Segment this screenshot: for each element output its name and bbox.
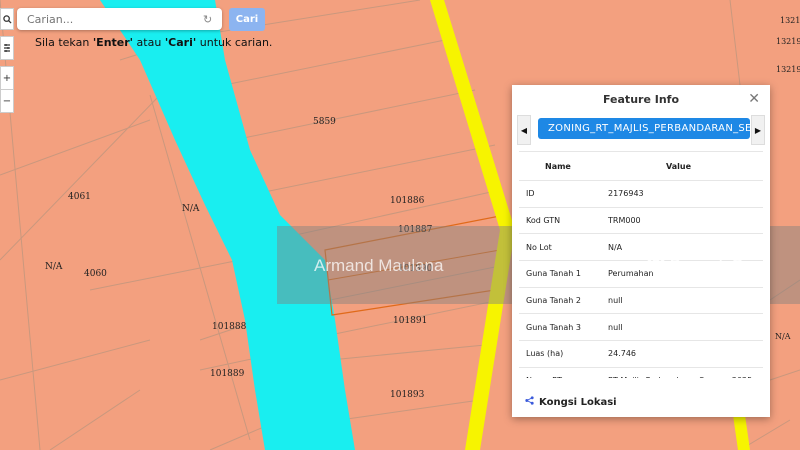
reset-icon[interactable]: ↻ [203,13,212,26]
panel-title: Feature Info [602,93,680,106]
row-value: RT Majlis Perbandaran Sepang 2025 [602,366,763,378]
row-key: Luas (ha) [519,340,602,368]
close-icon[interactable]: ✕ [748,91,760,107]
row-key: Kod GTN [519,206,602,234]
table-row: Nama RTRT Majlis Perbandaran Sepang 2025 [519,366,763,378]
layers-tool-button[interactable] [0,36,14,60]
edge-lot-label: 1321 [780,16,800,25]
table-row: Luas (ha) 24.746 [519,340,763,368]
hint-key-cari: 'Cari' [164,36,197,49]
row-key: Guna Tanah 2 [519,286,602,314]
table-row: Guna Tanah 2 null [519,286,763,314]
lot-label: 101886 [390,196,425,206]
search-tool-button[interactable] [0,8,14,30]
house-icon [644,252,668,276]
zoom-in-icon: + [2,72,12,84]
next-layer-button[interactable]: ▶ [751,115,765,145]
lot-label: N/A [182,204,200,214]
row-key: Guna Tanah 1 [519,260,602,288]
lot-label: 101889 [210,369,245,379]
caret-right-icon: ▶ [754,125,762,135]
row-key: Nama RT [519,366,602,378]
zoom-in-button[interactable]: + [0,66,14,90]
edge-lot-label: 13219 [776,65,800,74]
lot-label: 101888 [212,322,247,332]
row-value: TRM000 [602,206,763,234]
lot-label: 101893 [390,390,425,400]
search-hint: Sila tekan 'Enter' atau 'Cari' untuk car… [35,36,273,49]
row-value: 24.746 [602,340,763,368]
share-label: Kongsi Lokasi [539,396,617,408]
header-name: Name [545,161,571,171]
row-key: No Lot [519,233,602,261]
search-input[interactable] [25,11,199,27]
propertyguru-logo: PropertyGuru [642,250,768,278]
lot-label: N/A [45,262,63,272]
lot-label: 101891 [393,316,427,326]
row-key: ID [519,180,602,208]
hint-key-enter: 'Enter' [92,36,134,49]
zoom-out-icon: − [2,95,12,107]
edge-lot-label: N/A [775,332,791,341]
caret-left-icon: ◀ [520,125,528,135]
search-button[interactable]: Cari [229,8,265,31]
row-key: Guna Tanah 3 [519,313,602,341]
share-location-button[interactable]: Kongsi Lokasi [525,396,617,408]
row-value: null [602,313,763,341]
layer-tab[interactable]: ZONING_RT_MAJLIS_PERBANDARAN_SEPANG [538,118,750,139]
watermark-brand: PropertyGuru [670,255,768,273]
lot-label: 4060 [84,269,107,279]
row-value: 2176943 [602,180,763,208]
search-box: ↻ [17,8,222,30]
share-icon [525,396,534,408]
edge-lot-label: 13219 [776,37,800,46]
header-value: Value [666,161,692,171]
watermark-name: Armand Maulana [314,256,444,275]
prev-layer-button[interactable]: ◀ [517,115,531,145]
lot-label: 5859 [313,117,336,127]
table-row: Guna Tanah 3 null [519,313,763,341]
lot-label: 4061 [68,192,91,202]
search-icon [2,14,12,24]
row-value: null [602,286,763,314]
table-row: ID 2176943 [519,180,763,208]
layers-icon [4,44,10,52]
zoom-out-button[interactable]: − [0,89,14,113]
table-row: Kod GTN TRM000 [519,206,763,234]
